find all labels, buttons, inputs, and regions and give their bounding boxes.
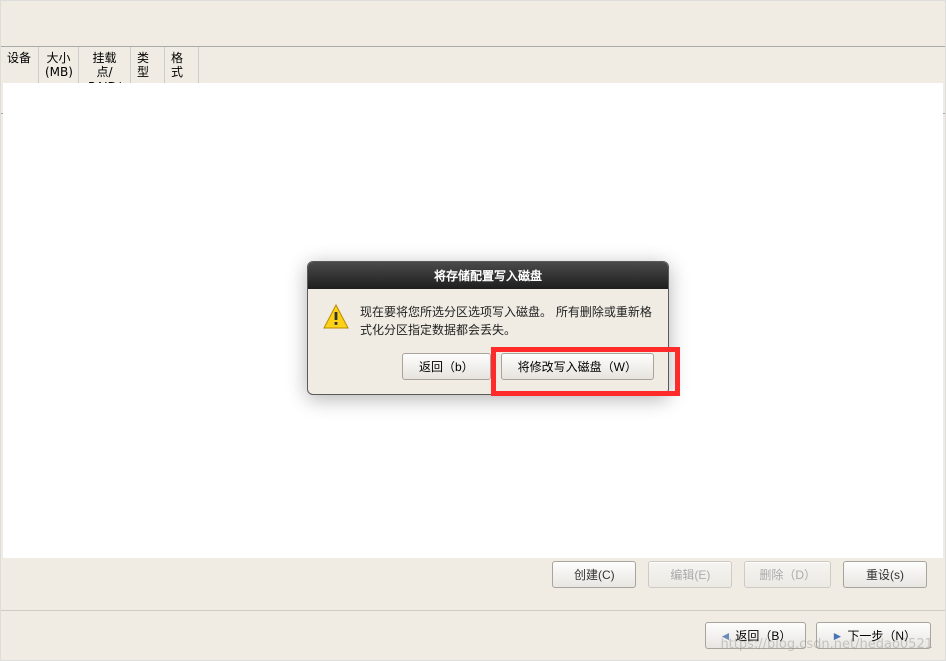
- create-button[interactable]: 创建(C): [552, 561, 636, 588]
- back-nav-button[interactable]: ◄ 返回（B）: [705, 622, 807, 649]
- delete-button[interactable]: 删除（D）: [744, 561, 831, 588]
- reset-label: 重设(s): [866, 568, 904, 582]
- dialog-write-button[interactable]: 将修改写入磁盘（W）: [501, 353, 654, 380]
- edit-button[interactable]: 编辑(E): [648, 561, 732, 588]
- dialog-button-row: 返回（b） 将修改写入磁盘（W）: [308, 347, 668, 394]
- window-top-bar: [1, 1, 945, 47]
- dialog-write-label: 将修改写入磁盘（W）: [518, 360, 637, 374]
- dialog-back-button[interactable]: 返回（b）: [402, 353, 491, 380]
- next-nav-label: 下一步（N）: [847, 627, 916, 644]
- partition-actions-row: 创建(C) 编辑(E) 删除（D） 重设(s): [19, 553, 927, 596]
- dialog-back-label: 返回（b）: [419, 360, 474, 374]
- create-label: 创建(C): [574, 568, 615, 582]
- arrow-right-icon: ►: [831, 629, 843, 643]
- warning-icon: [322, 303, 350, 331]
- reset-button[interactable]: 重设(s): [843, 561, 927, 588]
- dialog-title: 将存储配置写入磁盘: [308, 262, 668, 289]
- arrow-left-icon: ◄: [720, 629, 732, 643]
- write-config-dialog: 将存储配置写入磁盘 现在要将您所选分区选项写入磁盘。 所有删除或重新格式化分区指…: [307, 261, 669, 395]
- next-nav-button[interactable]: ► 下一步（N）: [816, 622, 931, 649]
- dialog-message: 现在要将您所选分区选项写入磁盘。 所有删除或重新格式化分区指定数据都会丢失。: [360, 303, 654, 339]
- back-nav-label: 返回（B）: [735, 627, 791, 644]
- wizard-footer: ◄ 返回（B） ► 下一步（N）: [1, 610, 945, 660]
- edit-label: 编辑(E): [670, 568, 710, 582]
- delete-label: 删除（D）: [759, 568, 816, 582]
